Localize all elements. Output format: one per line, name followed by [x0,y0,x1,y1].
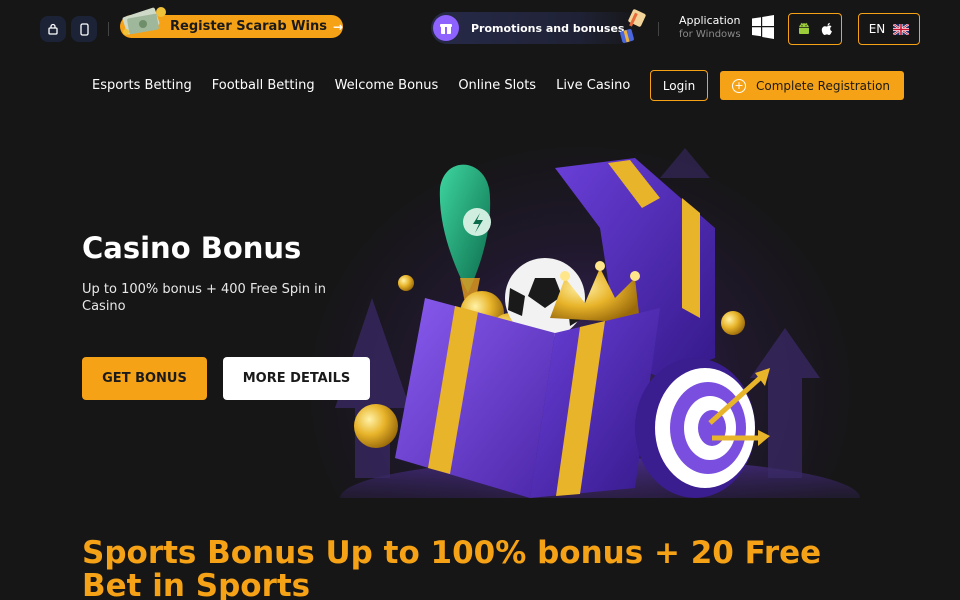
apple-icon[interactable] [821,22,834,37]
nav-esports-betting[interactable]: Esports Betting [92,78,192,93]
sports-bonus-heading: Sports Bonus Up to 100% bonus + 20 Free … [82,535,822,600]
gift-box-illustration [335,148,860,498]
mobile-icon[interactable] [71,16,97,42]
uk-flag-icon [893,23,910,35]
divider [658,22,659,36]
lock-icon[interactable] [40,16,66,42]
language-label: EN [868,22,886,36]
plus-circle-icon: + [732,78,746,93]
gift-icon [433,15,459,41]
promotions-label: Promotions and bonuses [471,21,625,35]
windows-app-link[interactable]: Application for Windows [679,14,741,42]
app-title: Application [679,14,741,27]
main-nav: Esports Betting Football Betting Welcome… [92,78,630,93]
register-promo-label: Register Scarab Wins [170,19,327,34]
app-subtitle: for Windows [679,29,741,40]
nav-football-betting[interactable]: Football Betting [212,78,315,93]
complete-registration-button[interactable]: + Complete Registration [720,71,904,100]
gifts-icon [620,9,646,43]
hero-subtitle: Up to 100% bonus + 400 Free Spin in Casi… [82,282,326,314]
divider [108,22,109,36]
arrow-right-icon: → [332,19,343,34]
hero-banner: Casino Bonus Up to 100% bonus + 400 Free… [0,118,960,498]
money-icon [122,7,166,35]
more-details-button[interactable]: MORE DETAILS [223,357,370,400]
get-bonus-button[interactable]: GET BONUS [82,357,207,400]
language-selector[interactable]: EN [858,13,920,45]
android-icon[interactable] [797,22,811,36]
windows-icon[interactable] [752,15,774,39]
hero-title: Casino Bonus [82,231,302,265]
complete-registration-label: Complete Registration [756,78,891,93]
promotions-button[interactable]: Promotions and bonuses [431,12,641,44]
nav-welcome-bonus[interactable]: Welcome Bonus [335,78,439,93]
nav-live-casino[interactable]: Live Casino [556,78,630,93]
nav-online-slots[interactable]: Online Slots [458,78,536,93]
top-bar: Register Scarab Wins → Promotions and bo… [0,0,960,58]
mobile-stores [788,13,842,45]
login-button[interactable]: Login [650,70,708,101]
